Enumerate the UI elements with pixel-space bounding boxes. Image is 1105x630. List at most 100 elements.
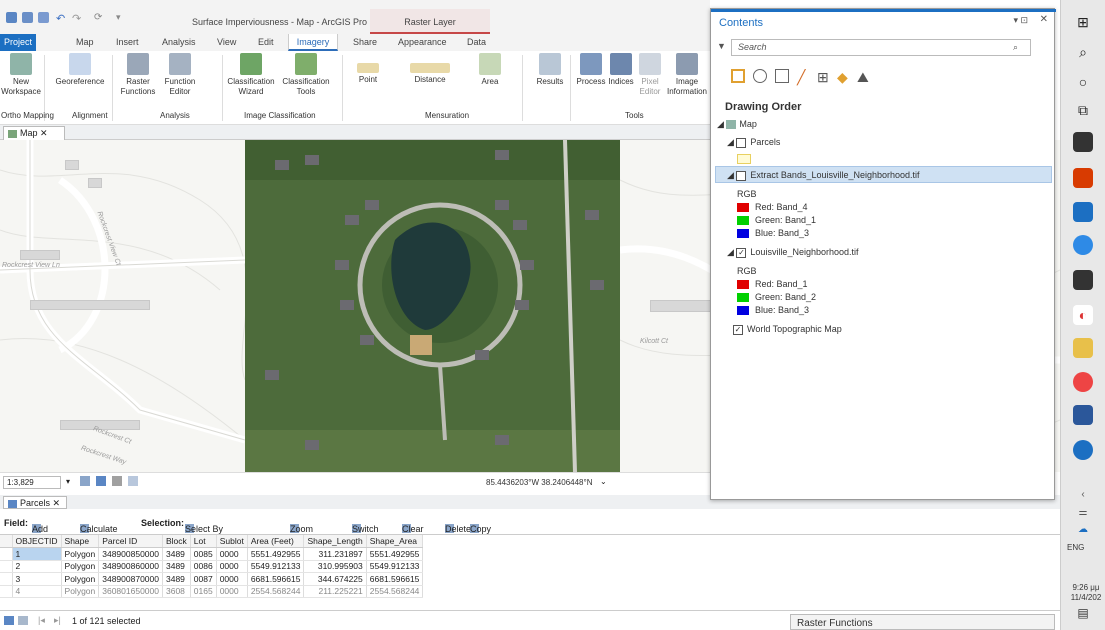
image-information-button[interactable]: Image Information	[664, 53, 710, 97]
layer-louisville-neighborhood[interactable]: ◢ ✓ Louisville_Neighborhood.tif	[727, 247, 859, 258]
mail-icon[interactable]	[1073, 202, 1093, 222]
column-header-block[interactable]: Block	[162, 535, 191, 548]
app-icon[interactable]: ◐	[1073, 305, 1093, 325]
column-header-shape-area[interactable]: Shape_Area	[366, 535, 424, 548]
function-editor-button[interactable]: Function Editor	[160, 53, 200, 97]
edge-icon[interactable]	[1073, 235, 1093, 255]
tab-map[interactable]: Map	[76, 34, 94, 51]
clock[interactable]: 9:26 μμ 11/4/202	[1067, 583, 1105, 603]
classification-wizard-button[interactable]: Classification Wizard	[226, 53, 276, 97]
tab-analysis[interactable]: Analysis	[162, 34, 196, 51]
task-view-icon[interactable]: ⧉	[1073, 100, 1093, 120]
undo-icon[interactable]: ↶	[56, 12, 67, 25]
coordinate-format-dropdown-icon[interactable]: ⌄	[600, 477, 607, 486]
row-selector[interactable]	[0, 572, 13, 586]
data-source-icon[interactable]	[753, 69, 767, 83]
last-record-icon[interactable]: ▸|	[54, 615, 61, 626]
georeference-button[interactable]: Georeference	[50, 53, 110, 87]
column-header-sublot[interactable]: Sublot	[216, 535, 248, 548]
office-icon[interactable]	[1073, 168, 1093, 188]
raster-functions-button[interactable]: Raster Functions	[118, 53, 158, 97]
language-indicator[interactable]: ENG	[1067, 543, 1084, 552]
notification-icon[interactable]: ▤	[1073, 603, 1093, 623]
show-all-records-icon[interactable]	[4, 616, 14, 625]
refresh-icon[interactable]: ⟳	[94, 12, 105, 23]
point-button[interactable]: Point	[350, 63, 386, 85]
first-record-icon[interactable]: |◂	[38, 615, 45, 626]
drawing-order-icon[interactable]	[731, 69, 745, 83]
row-selector[interactable]	[0, 547, 13, 561]
area-button[interactable]: Area	[472, 53, 508, 87]
close-pane-icon[interactable]: ✕	[1040, 14, 1048, 25]
column-header-parcel-id[interactable]: Parcel ID	[98, 535, 163, 548]
table-row[interactable]: 2 Polygon 348900860000 3489 0086 0000 55…	[0, 560, 424, 573]
customize-icon[interactable]: ▾	[116, 12, 127, 23]
parcels-table-tab[interactable]: Parcels ✕	[3, 496, 67, 509]
onedrive-icon[interactable]: ☁	[1073, 520, 1093, 540]
full-extent-icon[interactable]	[96, 476, 106, 486]
column-header-area[interactable]: Area (Feet)	[247, 535, 305, 548]
row-selector[interactable]	[0, 560, 13, 573]
arcgis-pro-icon[interactable]	[1073, 440, 1093, 460]
search-icon[interactable]: ⌕	[1073, 42, 1093, 62]
results-button[interactable]: Results	[532, 53, 568, 87]
search-input[interactable]: Search	[731, 39, 1031, 56]
map-node[interactable]: ◢ Map	[717, 119, 757, 130]
snapping-icon[interactable]: ⊞	[817, 69, 829, 86]
row-selector[interactable]	[0, 585, 13, 598]
tab-view[interactable]: View	[217, 34, 236, 51]
cortana-icon[interactable]: ○	[1073, 72, 1093, 92]
tab-appearance[interactable]: Appearance	[398, 34, 447, 51]
tab-project[interactable]: Project	[0, 34, 36, 51]
selection-icon[interactable]	[775, 69, 789, 83]
show-hidden-icons[interactable]: ‹	[1073, 485, 1093, 505]
fixed-zoom-icon[interactable]	[80, 476, 90, 486]
scale-dropdown-icon[interactable]: ▾	[66, 477, 70, 486]
redo-icon[interactable]: ↷	[72, 12, 83, 25]
process-button[interactable]: Process	[574, 53, 608, 87]
editing-icon[interactable]: ╱	[797, 69, 805, 86]
save-icon[interactable]	[6, 12, 17, 23]
new-workspace-button[interactable]: New Workspace	[0, 53, 42, 97]
filter-icon[interactable]: ▼	[717, 41, 726, 51]
table-row[interactable]: 1 Polygon 348900850000 3489 0085 0000 55…	[0, 547, 424, 561]
pause-drawing-icon[interactable]	[128, 476, 138, 486]
layer-parcels[interactable]: ◢ Parcels	[727, 137, 780, 148]
parcels-symbol[interactable]	[737, 154, 751, 164]
layer-extract-bands[interactable]: ◢ Extract Bands_Louisville_Neighborhood.…	[727, 170, 920, 181]
grid-icon[interactable]	[112, 476, 122, 486]
extract-bands-visibility-checkbox[interactable]	[736, 170, 747, 181]
store-icon[interactable]	[1073, 132, 1093, 152]
indices-button[interactable]: Indices	[606, 53, 636, 87]
perspective-imagery-icon[interactable]: ⛰	[857, 69, 869, 86]
table-row[interactable]: 4 Polygon 360801650000 3608 0165 0000 25…	[0, 585, 424, 598]
word-icon[interactable]	[1073, 405, 1093, 425]
search-icon[interactable]: ⌕	[1013, 42, 1018, 53]
tab-insert[interactable]: Insert	[116, 34, 139, 51]
column-header-objectid[interactable]: OBJECTID	[12, 535, 62, 548]
folder-icon[interactable]	[1073, 338, 1093, 358]
neighborhood-visibility-checkbox[interactable]: ✓	[736, 247, 747, 258]
tab-data[interactable]: Data	[467, 34, 486, 51]
attribute-table-grid[interactable]: OBJECTID Shape Parcel ID Block Lot Sublo…	[0, 534, 1060, 610]
tab-share[interactable]: Share	[353, 34, 377, 51]
layer-world-topographic-map[interactable]: ✓ World Topographic Map	[733, 324, 842, 335]
column-header-lot[interactable]: Lot	[190, 535, 217, 548]
table-row[interactable]: 3 Polygon 348900870000 3489 0087 0000 66…	[0, 572, 424, 586]
tab-edit[interactable]: Edit	[258, 34, 274, 51]
scale-selector[interactable]: 1:3,829	[3, 476, 61, 489]
chrome-icon[interactable]	[1073, 372, 1093, 392]
labeling-icon[interactable]: ◆	[837, 69, 848, 86]
tab-imagery[interactable]: Imagery	[288, 34, 338, 51]
distance-button[interactable]: Distance	[400, 63, 460, 85]
pixel-editor-button[interactable]: Pixel Editor	[636, 53, 664, 97]
windows-start-icon[interactable]: ⊞	[1073, 12, 1093, 32]
raster-functions-pane-header[interactable]: Raster Functions	[790, 614, 1055, 630]
classification-tools-button[interactable]: Classification Tools	[278, 53, 334, 97]
show-selected-records-icon[interactable]	[18, 616, 28, 625]
new-project-icon[interactable]	[38, 12, 49, 23]
map-view-tab[interactable]: Map ✕	[3, 126, 65, 140]
column-header-shape-length[interactable]: Shape_Length	[303, 535, 367, 548]
open-icon[interactable]	[22, 12, 33, 23]
world-topo-visibility-checkbox[interactable]: ✓	[733, 324, 743, 335]
